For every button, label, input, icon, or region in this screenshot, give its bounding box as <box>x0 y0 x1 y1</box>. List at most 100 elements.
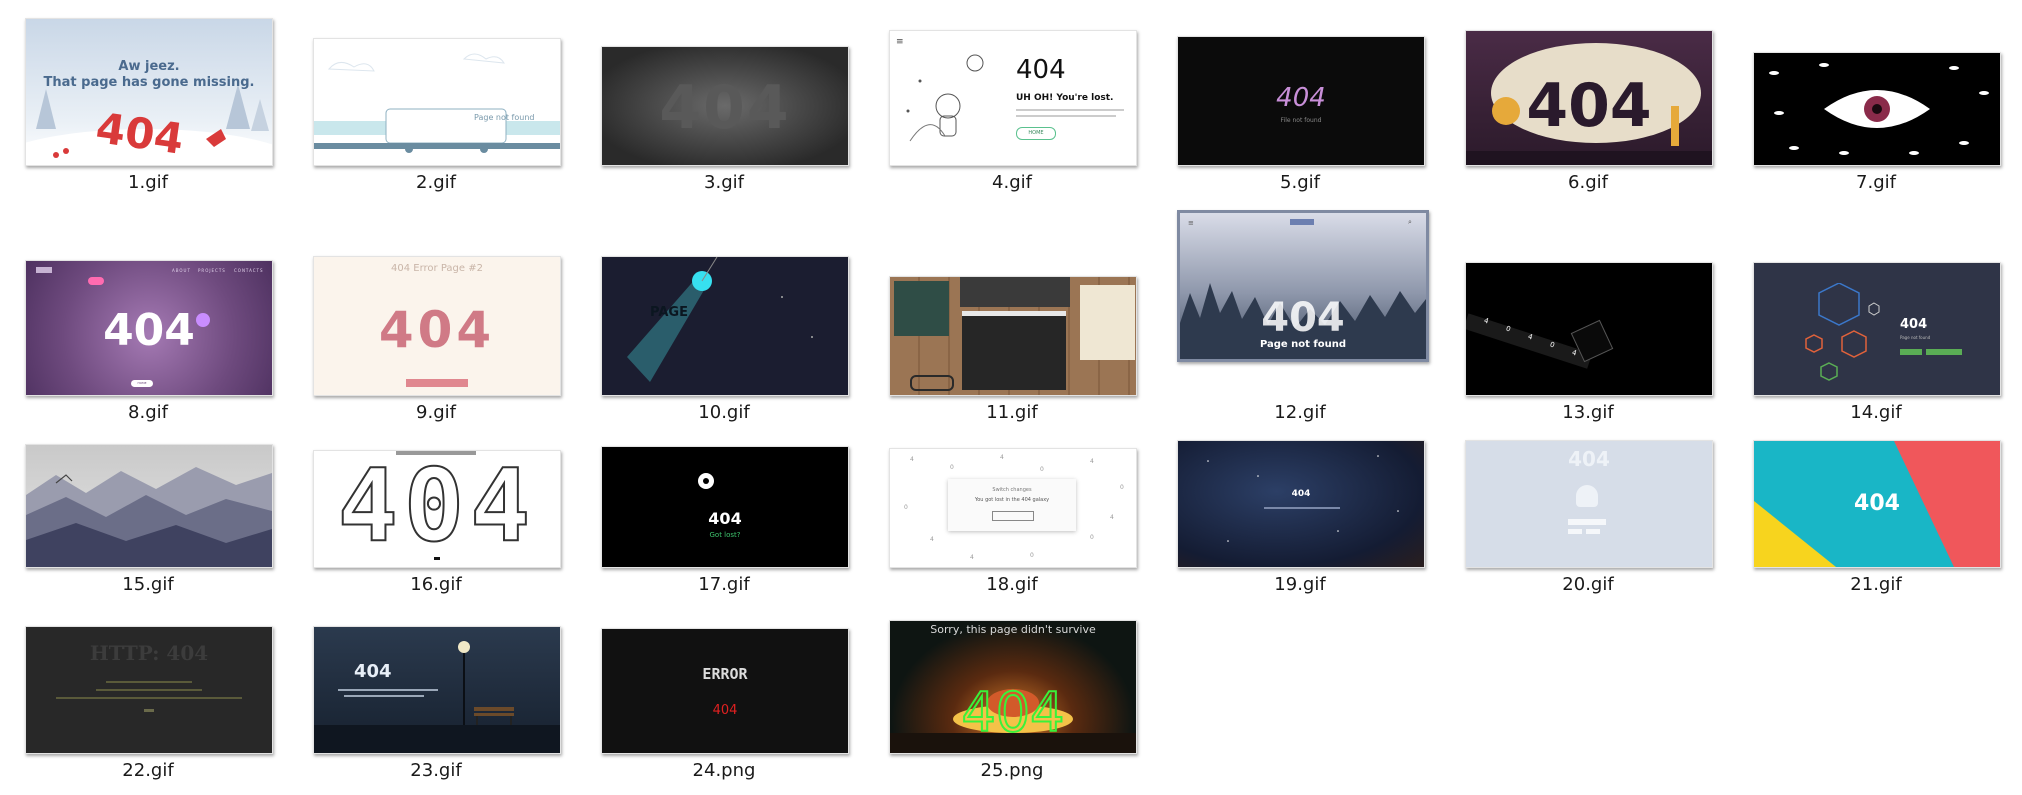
link[interactable] <box>144 709 154 712</box>
text-line <box>1016 115 1116 117</box>
error-code: 404 <box>103 305 195 356</box>
error-code: 404 <box>1276 83 1326 113</box>
glasses-icon <box>910 375 954 391</box>
file-name: 23.gif <box>410 760 462 781</box>
error-code: 404 <box>337 450 537 565</box>
action-button[interactable] <box>1568 529 1582 534</box>
title: Page not found <box>1259 339 1347 350</box>
action-button[interactable] <box>1900 349 1922 355</box>
title: ERROR <box>702 665 748 683</box>
menu-icon[interactable]: ≡ <box>1188 219 1194 227</box>
subtitle: Got lost? <box>709 531 741 539</box>
action-button[interactable] <box>406 379 468 387</box>
title: UH OH! You're lost. <box>1016 93 1114 103</box>
ghost-icon <box>1576 485 1598 507</box>
file-name: 14.gif <box>1850 402 1902 423</box>
logo <box>36 267 52 273</box>
error-code: 404 <box>960 680 1065 745</box>
thumbnail: 404 <box>1753 440 2001 568</box>
file-name: 1.gif <box>128 172 168 193</box>
svg-text:4: 4 <box>970 554 974 561</box>
search-input[interactable] <box>1568 519 1606 525</box>
thumbnail: Aw jeez. That page has gone missing. 404 <box>25 18 273 166</box>
file-name: 12.gif <box>1274 402 1326 423</box>
thumbnail: ABOUT PROJECTS CONTACTS 404 HOME <box>25 260 273 396</box>
thumbnail: 404 Error Page #2 404 <box>313 256 561 396</box>
error-code: 404 <box>1291 489 1311 499</box>
svg-text:4: 4 <box>910 456 914 463</box>
error-code: 404 <box>712 703 738 718</box>
action-button[interactable] <box>1586 529 1600 534</box>
search-icon[interactable]: ⌕ <box>1408 218 1412 227</box>
home-button[interactable]: HOME <box>131 380 153 387</box>
svg-text:0: 0 <box>1030 552 1034 559</box>
error-code: 404 <box>1261 295 1345 341</box>
thumbnail: 404 <box>1465 30 1713 166</box>
nav-contacts[interactable]: CONTACTS <box>234 268 264 273</box>
text-line <box>338 689 438 691</box>
thumbnail: HTTP: 404 <box>25 626 273 754</box>
subtitle: File not found <box>1280 117 1322 124</box>
thumbnail <box>889 276 1137 396</box>
thumbnail: 4 0 4 0 4 <box>1465 262 1713 396</box>
subline: That page has gone missing. <box>43 75 255 90</box>
thumbnail: Sorry, this page didn't survive 404 <box>889 620 1137 754</box>
file-name: 16.gif <box>410 574 462 595</box>
action-button[interactable] <box>1926 349 1962 355</box>
file-name: 20.gif <box>1562 574 1614 595</box>
headline: Aw jeez. <box>118 59 180 74</box>
menu-icon[interactable]: ≡ <box>896 37 904 47</box>
svg-text:4: 4 <box>1090 458 1094 465</box>
thumbnail: 404 Got lost? <box>601 446 849 568</box>
thumbnail: 404 <box>601 46 849 166</box>
eye-icon <box>1769 63 1989 155</box>
dialog-card: Switch changes You got lost in the 404 g… <box>948 479 1076 531</box>
svg-text:4: 4 <box>1000 454 1004 461</box>
pill-shape <box>88 277 104 285</box>
file-name: 15.gif <box>122 574 174 595</box>
mountains-art <box>26 467 272 567</box>
error-code: HTTP: 404 <box>89 641 209 665</box>
thumbnail: ERROR 404 <box>601 628 849 754</box>
thumbnail: ≡ 404 UH OH! You're lost. HOME <box>889 30 1137 166</box>
paddle-shape <box>434 557 440 560</box>
page-not-found-text: Page not found <box>474 113 535 122</box>
home-button[interactable]: HOME <box>1016 127 1056 140</box>
file-name: 2.gif <box>416 172 456 193</box>
error-code: 404 <box>1900 317 1928 332</box>
keyboard-icon <box>960 277 1070 307</box>
thumbnail: 404 <box>1465 440 1713 568</box>
thumbnail <box>1753 52 2001 166</box>
file-name: 21.gif <box>1850 574 1902 595</box>
file-name: 4.gif <box>992 172 1032 193</box>
astronaut-icon <box>906 54 984 142</box>
file-name: 24.png <box>692 760 756 781</box>
svg-text:0: 0 <box>1120 484 1124 491</box>
svg-text:4: 4 <box>930 536 934 543</box>
error-code: 404 <box>1526 71 1652 141</box>
error-code: 404 <box>378 301 496 359</box>
text-line <box>56 697 242 699</box>
svg-text:0: 0 <box>1040 466 1044 473</box>
file-name: 19.gif <box>1274 574 1326 595</box>
thumbnail: Page not found <box>313 38 561 166</box>
nav-about[interactable]: ABOUT <box>172 268 191 273</box>
nav-projects[interactable]: PROJECTS <box>198 268 226 273</box>
notebook-icon <box>894 281 949 336</box>
ball-shape <box>698 473 714 489</box>
thumbnail: 4 0 4 0 4 0 0 4 0 4 0 4 Switch changes You got lo… <box>889 448 1137 568</box>
paper-icon <box>1080 285 1135 360</box>
error-code: 404 <box>1568 447 1610 471</box>
thumbnail: ≡ ⌕ 404 Page not found <box>1177 210 1429 362</box>
error-code: 404 <box>1016 55 1066 85</box>
action-button[interactable] <box>992 511 1034 521</box>
subtitle: Page not found <box>1900 335 1931 340</box>
browser-window <box>962 311 1066 390</box>
svg-text:0: 0 <box>904 504 908 511</box>
error-code: 404 <box>354 661 392 682</box>
title: Sorry, this page didn't survive <box>930 623 1096 636</box>
file-name: 25.png <box>980 760 1044 781</box>
file-grid: Aw jeez. That page has gone missing. 404… <box>0 0 2022 795</box>
text-line <box>106 681 192 683</box>
file-name: 22.gif <box>122 760 174 781</box>
